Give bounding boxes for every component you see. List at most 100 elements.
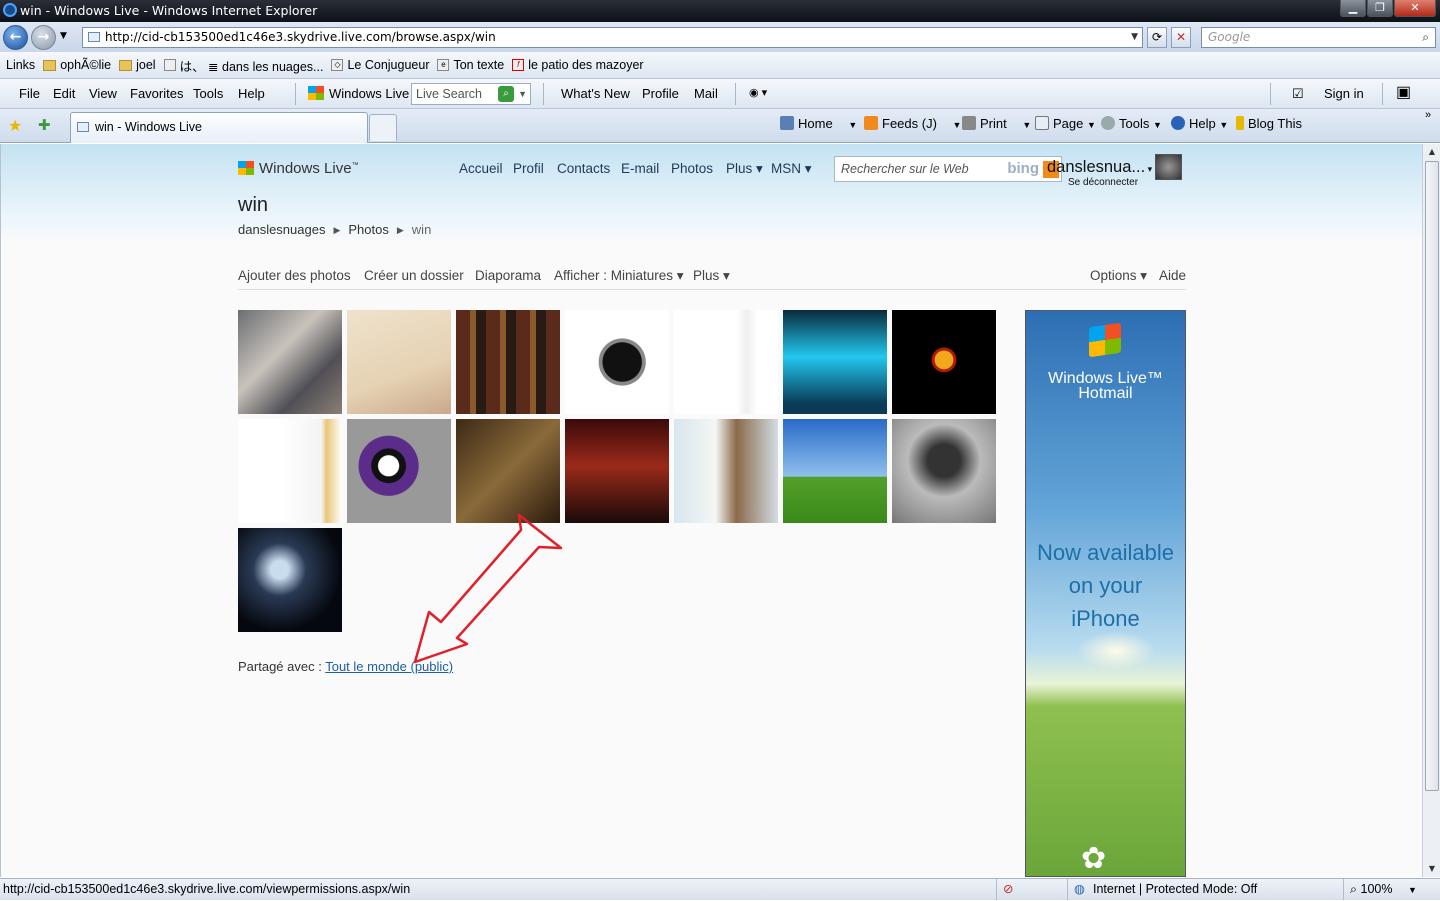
dropdown-icon[interactable]: ▼ xyxy=(518,84,527,104)
menu-view[interactable]: View xyxy=(89,86,117,101)
photo-thumbnail[interactable] xyxy=(238,419,342,523)
nav-contacts[interactable]: Contacts xyxy=(557,161,610,176)
search-icon[interactable]: ⌕ xyxy=(1422,28,1429,47)
nav-accueil[interactable]: Accueil xyxy=(459,161,503,176)
zoom-icon: ⌕ xyxy=(1350,882,1358,896)
help-menu-button[interactable]: Help ▼ xyxy=(1171,116,1228,131)
slideshow-button[interactable]: Diaporama xyxy=(475,268,541,283)
menu-edit[interactable]: Edit xyxy=(53,86,75,101)
username-menu[interactable]: danslesnua... ▾ xyxy=(1047,158,1152,177)
security-zone[interactable]: Internet | Protected Mode: Off xyxy=(1093,879,1257,900)
live-search-input[interactable]: Live Search ⌕ ▼ xyxy=(411,83,531,105)
photo-thumbnail[interactable] xyxy=(674,419,778,523)
shared-permissions-link[interactable]: Tout le monde (public) xyxy=(325,659,453,674)
link-patio[interactable]: f le patio des mazoyer xyxy=(512,58,644,72)
feeds-button[interactable]: Feeds (J) ▼ xyxy=(864,116,961,131)
favorites-star-icon[interactable]: ★ xyxy=(8,116,22,136)
link-ton-texte[interactable]: e Ton texte xyxy=(437,58,504,72)
nav-msn[interactable]: MSN ▾ xyxy=(771,161,812,177)
whats-new-link[interactable]: What's New xyxy=(561,86,630,101)
stop-button[interactable]: ✕ xyxy=(1171,27,1191,48)
help-link[interactable]: Aide xyxy=(1159,268,1186,283)
photo-thumbnail[interactable] xyxy=(238,528,342,632)
checkbox-icon[interactable]: ☑ xyxy=(1292,86,1304,102)
chevron-icon[interactable]: » xyxy=(1425,109,1431,121)
menu-file[interactable]: File xyxy=(19,86,40,101)
photo-thumbnail[interactable] xyxy=(674,310,778,414)
popup-blocker-icon[interactable]: ⊘ xyxy=(1003,879,1013,900)
print-button[interactable]: Print ▼ xyxy=(962,116,1031,131)
breadcrumb-photos[interactable]: Photos xyxy=(348,222,388,237)
close-window-button[interactable]: ✕ xyxy=(1394,0,1436,17)
shared-with: Partagé avec : Tout le monde (public) xyxy=(238,659,453,674)
sign-in-link[interactable]: Sign in xyxy=(1324,86,1364,101)
scroll-up-icon[interactable]: ▲ xyxy=(1423,144,1440,160)
separator xyxy=(1343,879,1344,900)
nav-plus[interactable]: Plus ▾ xyxy=(726,161,763,177)
blog-this-button[interactable]: Blog This xyxy=(1236,116,1302,131)
photo-thumbnail[interactable] xyxy=(347,419,451,523)
nav-profil[interactable]: Profil xyxy=(513,161,544,176)
home-icon xyxy=(780,116,794,130)
profile-link[interactable]: Profile xyxy=(642,86,679,101)
logout-link[interactable]: Se déconnecter xyxy=(1068,177,1138,188)
user-tile-icon[interactable]: ▣ xyxy=(1396,82,1411,102)
nav-photos[interactable]: Photos xyxy=(671,161,713,176)
menu-tools[interactable]: Tools xyxy=(193,86,223,101)
more-menu[interactable]: Plus ▾ xyxy=(693,268,730,284)
minimize-button[interactable]: ▁ xyxy=(1340,0,1366,17)
photo-thumbnail[interactable] xyxy=(347,310,451,414)
history-dropdown-icon[interactable]: ▼ xyxy=(60,31,67,41)
scroll-thumb[interactable] xyxy=(1425,161,1439,791)
separator xyxy=(295,83,296,105)
address-input[interactable]: http://cid-cb153500ed1c46e3.skydrive.liv… xyxy=(82,27,1143,48)
tab-windows-live[interactable]: win - Windows Live xyxy=(70,112,368,143)
new-folder-button[interactable]: Créer un dossier xyxy=(364,268,464,283)
nav-email[interactable]: E-mail xyxy=(621,161,659,176)
separator xyxy=(1270,83,1271,105)
view-menu[interactable]: Afficher : Miniatures ▾ xyxy=(554,268,684,284)
add-photos-button[interactable]: Ajouter des photos xyxy=(238,268,351,283)
link-ophelie[interactable]: ophÃ©lie xyxy=(43,58,111,72)
link-dans-les-nuages[interactable]: は、 ≣ dans les nuages... xyxy=(163,56,323,75)
maximize-button[interactable]: ❐ xyxy=(1367,0,1393,17)
forward-button[interactable]: → xyxy=(31,25,56,50)
photo-thumbnail[interactable] xyxy=(456,419,560,523)
photo-thumbnail[interactable] xyxy=(783,310,887,414)
address-dropdown-icon[interactable]: ▼ xyxy=(1131,28,1138,47)
windows-live-button[interactable]: Windows Live xyxy=(308,86,409,101)
google-search-input[interactable]: Google ⌕ xyxy=(1201,27,1436,48)
vertical-scrollbar[interactable]: ▲ ▼ xyxy=(1422,144,1440,877)
link-conjugueur[interactable]: ◇ Le Conjugueur xyxy=(331,58,429,72)
hotmail-ad[interactable]: Windows Live™ Hotmail Now available on you… xyxy=(1025,310,1186,877)
breadcrumb-user[interactable]: danslesnuages xyxy=(238,222,325,237)
menu-favorites[interactable]: Favorites xyxy=(130,86,183,101)
link-joel[interactable]: joel xyxy=(119,58,156,72)
tab-label: win - Windows Live xyxy=(95,120,202,134)
photo-thumbnail[interactable] xyxy=(892,419,996,523)
avatar[interactable] xyxy=(1155,154,1182,180)
windows-live-logo[interactable]: Windows Live™ xyxy=(238,160,359,177)
menu-help[interactable]: Help xyxy=(238,86,265,101)
photo-thumbnail[interactable] xyxy=(565,310,669,414)
home-button[interactable]: Home ▼ xyxy=(780,116,857,131)
photo-thumbnail[interactable] xyxy=(892,310,996,414)
new-tab-button[interactable] xyxy=(369,114,397,141)
back-button[interactable]: ← xyxy=(3,25,28,50)
photo-thumbnail[interactable] xyxy=(783,419,887,523)
photo-thumbnail[interactable] xyxy=(565,419,669,523)
photo-thumbnail[interactable] xyxy=(238,310,342,414)
zoom-control[interactable]: ⌕ 100% ▼ xyxy=(1350,879,1417,901)
search-go-icon[interactable]: ⌕ xyxy=(498,86,514,102)
add-favorite-icon[interactable]: ✚ xyxy=(38,116,51,134)
messenger-icon[interactable]: ◉ ▾ xyxy=(749,86,767,99)
photo-thumbnail[interactable] xyxy=(456,310,560,414)
page-menu-button[interactable]: Page ▼ xyxy=(1035,116,1096,131)
scroll-down-icon[interactable]: ▼ xyxy=(1423,861,1440,877)
web-search-input[interactable]: Rechercher sur le Web bing xyxy=(834,156,1062,182)
refresh-button[interactable]: ⟳ xyxy=(1147,27,1167,48)
mail-link[interactable]: Mail xyxy=(694,86,718,101)
tools-menu-button[interactable]: Tools ▼ xyxy=(1101,116,1162,131)
options-menu[interactable]: Options ▾ xyxy=(1090,268,1147,284)
web-search-placeholder: Rechercher sur le Web xyxy=(841,162,969,176)
